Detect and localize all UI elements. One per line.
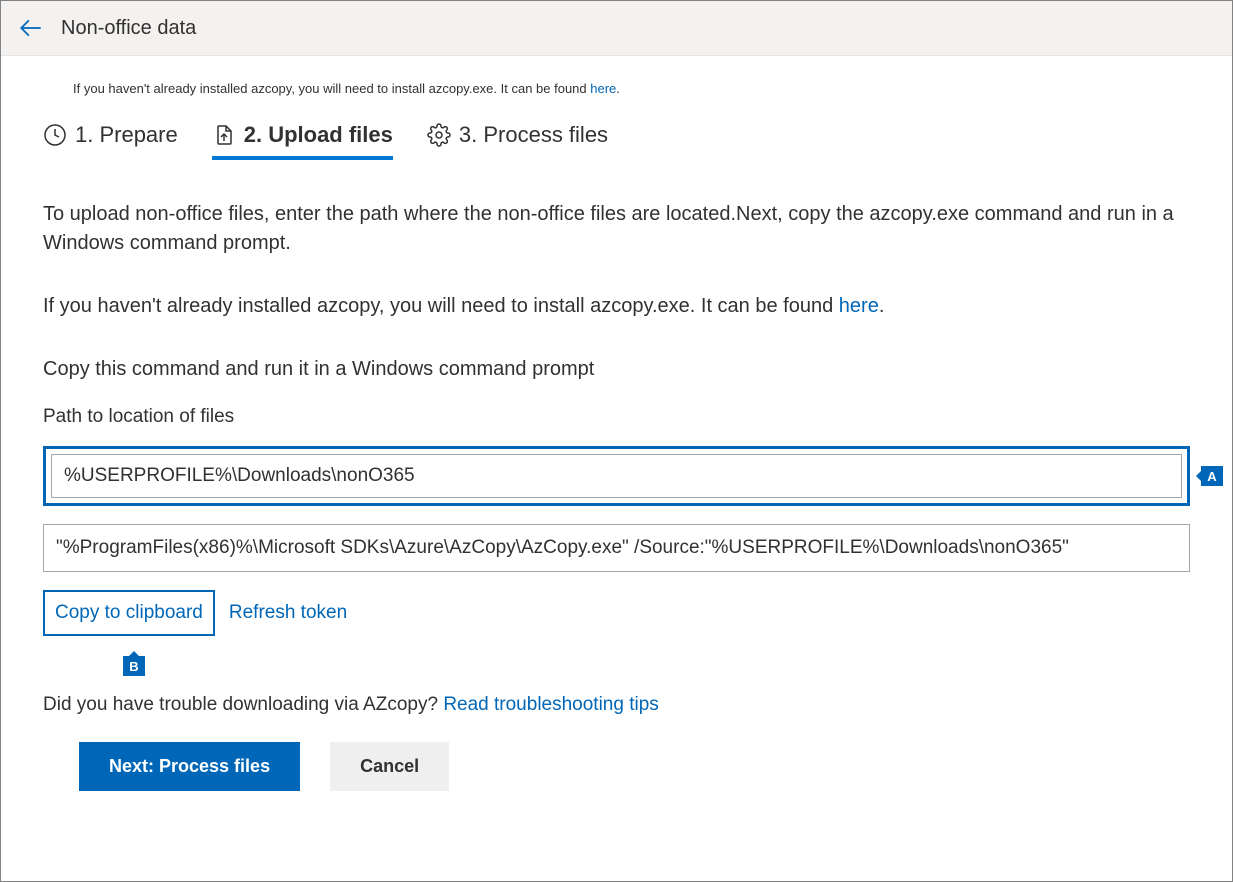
- troubleshooting-link[interactable]: Read troubleshooting tips: [443, 694, 658, 715]
- next-button[interactable]: Next: Process files: [79, 742, 300, 791]
- tab-prepare[interactable]: 1. Prepare: [43, 122, 178, 160]
- install-link[interactable]: here: [839, 295, 879, 317]
- tabs: 1. Prepare 2. Upload files 3. Process fi…: [43, 122, 1190, 160]
- path-label: Path to location of files: [43, 406, 1190, 428]
- install-hint-small-after: .: [616, 81, 620, 96]
- copy-command-text: Copy this command and run it in a Window…: [43, 355, 1190, 384]
- file-upload-icon: [212, 123, 236, 147]
- install-text-after: .: [879, 295, 885, 317]
- link-row: Copy to clipboard Refresh token B: [43, 590, 1190, 636]
- window: Non-office data If you haven't already i…: [0, 0, 1233, 882]
- callout-b: B: [123, 656, 145, 676]
- header-bar: Non-office data: [1, 1, 1232, 56]
- copy-to-clipboard-button[interactable]: Copy to clipboard: [43, 590, 215, 636]
- tab-prepare-label: 1. Prepare: [75, 122, 178, 148]
- page-title: Non-office data: [61, 17, 196, 40]
- install-hint-small: If you haven't already installed azcopy,…: [73, 81, 1190, 96]
- back-arrow-icon[interactable]: [15, 12, 47, 44]
- tab-upload[interactable]: 2. Upload files: [212, 122, 393, 160]
- callout-a: A: [1201, 466, 1223, 486]
- path-input[interactable]: [51, 454, 1182, 498]
- tab-process[interactable]: 3. Process files: [427, 122, 608, 160]
- clock-icon: [43, 123, 67, 147]
- tab-process-label: 3. Process files: [459, 122, 608, 148]
- install-hint-small-text: If you haven't already installed azcopy,…: [73, 81, 590, 96]
- command-box[interactable]: "%ProgramFiles(x86)%\Microsoft SDKs\Azur…: [43, 524, 1190, 572]
- content-area: If you haven't already installed azcopy,…: [1, 56, 1232, 881]
- refresh-token-button[interactable]: Refresh token: [229, 602, 347, 624]
- tab-upload-label: 2. Upload files: [244, 122, 393, 148]
- install-hint-small-link[interactable]: here: [590, 81, 616, 96]
- trouble-text: Did you have trouble downloading via AZc…: [43, 694, 1190, 716]
- gear-icon: [427, 123, 451, 147]
- path-highlight: A: [43, 446, 1190, 506]
- install-text: If you haven't already installed azcopy,…: [43, 292, 1190, 321]
- trouble-text-prefix: Did you have trouble downloading via AZc…: [43, 694, 443, 715]
- intro-text: To upload non-office files, enter the pa…: [43, 200, 1190, 258]
- install-text-before: If you haven't already installed azcopy,…: [43, 295, 839, 317]
- action-row: Next: Process files Cancel: [79, 742, 1190, 791]
- cancel-button[interactable]: Cancel: [330, 742, 449, 791]
